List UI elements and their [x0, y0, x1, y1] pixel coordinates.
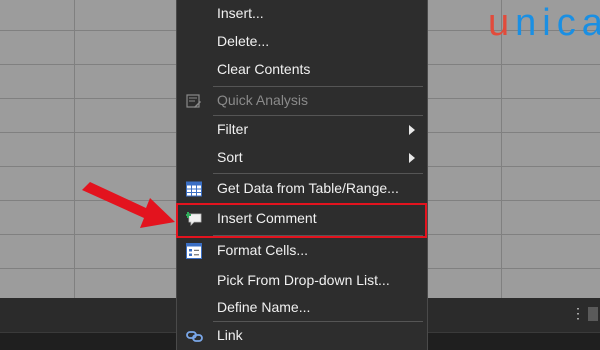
red-arrow-icon [82, 182, 175, 228]
menu-item-label: Link [217, 327, 243, 343]
menu-item-get-data[interactable]: Get Data from Table/Range... [177, 175, 427, 203]
menu-item-label: Get Data from Table/Range... [217, 180, 399, 196]
link-icon [186, 328, 203, 344]
quick-analysis-icon [186, 93, 202, 109]
menu-item-label: Filter [217, 121, 249, 137]
menu-item-label: Insert... [217, 5, 264, 21]
menu-item-define-name[interactable]: Define Name... [177, 294, 427, 322]
menu-item-format-cells[interactable]: Format Cells... [177, 237, 427, 265]
menu-item-label: Quick Analysis [217, 92, 309, 108]
highlight-box [176, 203, 427, 238]
menu-item-label: Define Name... [217, 299, 311, 315]
unica-logo: unica [488, 2, 600, 45]
menu-item-label: Pick From Drop-down List... [217, 272, 390, 288]
menu-item-pick-from-dropdown[interactable]: Pick From Drop-down List... [177, 267, 427, 295]
menu-item-link[interactable]: Link [177, 322, 427, 350]
menu-item-label: Delete... [217, 33, 270, 49]
menu-separator [213, 173, 423, 174]
table-icon [186, 181, 202, 197]
logo-rest: nica [515, 2, 600, 44]
menu-item-sort[interactable]: Sort [177, 144, 427, 172]
chevron-right-icon [409, 125, 415, 135]
menu-item-insert[interactable]: Insert... [177, 0, 427, 28]
menu-item-filter[interactable]: Filter [177, 116, 427, 144]
chevron-right-icon [409, 153, 415, 163]
menu-item-label: Clear Contents [217, 61, 311, 77]
more-options-icon[interactable]: ⋮ [571, 306, 585, 320]
context-menu: Insert... Delete... Clear Contents Quick… [176, 0, 428, 350]
menu-item-quick-analysis: Quick Analysis [177, 87, 427, 115]
menu-item-delete[interactable]: Delete... [177, 28, 427, 56]
format-cells-icon [186, 243, 202, 259]
grid-col-line [74, 0, 75, 298]
menu-item-label: Format Cells... [217, 242, 309, 258]
menu-item-label: Sort [217, 149, 243, 165]
scrollbar[interactable] [588, 307, 598, 321]
logo-first-letter: u [488, 2, 516, 44]
menu-item-clear-contents[interactable]: Clear Contents [177, 56, 427, 84]
